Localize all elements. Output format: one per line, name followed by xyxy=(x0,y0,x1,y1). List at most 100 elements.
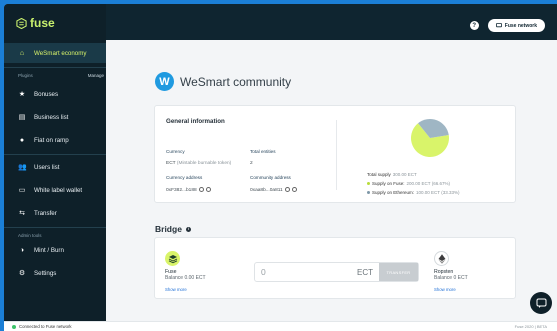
community-address-label: Community address xyxy=(250,175,291,180)
sidebar-item-fiat-on-ramp[interactable]: ● Fiat on ramp xyxy=(4,130,106,150)
total-supply: Total supply 300.00 ECT xyxy=(367,172,417,177)
chat-button[interactable] xyxy=(530,292,552,314)
fuse-supply: Supply on Fuse: 200.00 ECT (66.67%) xyxy=(367,181,450,186)
total-supply-label: Total supply xyxy=(367,172,391,177)
total-entities-value: 2 xyxy=(250,161,253,166)
home-icon: ⌂ xyxy=(19,49,25,57)
network-switch-button[interactable]: Fuse network xyxy=(487,19,545,32)
community-name: WeSmart community xyxy=(180,74,292,89)
community-address-value: 0xaa8b...0a811 xyxy=(250,187,283,193)
community-header: W WeSmart community xyxy=(155,72,291,91)
card-divider xyxy=(336,120,337,190)
sidebar-item-business-list[interactable]: ▤ Business list xyxy=(4,107,106,127)
destination-show-more-link[interactable]: Show more xyxy=(434,287,468,292)
sidebar-divider xyxy=(4,67,106,68)
ethereum-icon xyxy=(434,251,449,266)
currency-symbol: ECT xyxy=(166,161,176,166)
sidebar-item-bonuses[interactable]: ★ Bonuses xyxy=(4,84,106,104)
supply-pie-chart xyxy=(411,119,449,157)
sidebar-item-label: WeSmart economy xyxy=(34,49,87,57)
users-icon: 👥 xyxy=(18,164,27,171)
currency-address-label: Currency address xyxy=(166,175,203,180)
help-icon[interactable]: ? xyxy=(469,21,479,30)
transfer-icon: ⇆ xyxy=(19,210,25,217)
source-show-more-link[interactable]: Show more xyxy=(165,287,206,292)
network-label: Fuse network xyxy=(504,22,537,29)
network-icon xyxy=(495,23,502,28)
star-icon: ★ xyxy=(18,91,26,98)
sidebar-item-mint-burn[interactable]: ◑ Mint / Burn xyxy=(4,240,106,260)
footer-version: Fuse 2020 | BETA xyxy=(514,324,547,329)
fuse-legend-dot xyxy=(367,182,370,185)
main-content: W WeSmart community General information … xyxy=(106,40,557,321)
explorer-link-icon[interactable] xyxy=(291,187,297,192)
bridge-destination-network: Ropsten Balance 0 ECT Show more xyxy=(434,251,468,292)
ethereum-supply: Supply on Ethereum: 100.00 ECT (33.33%) xyxy=(367,190,459,195)
sidebar-divider xyxy=(4,227,106,228)
info-icon[interactable]: i xyxy=(185,226,191,232)
list-icon: ▤ xyxy=(18,114,26,121)
explorer-link-icon[interactable] xyxy=(205,187,211,192)
bridge-card: Fuse Balance 0.00 ECT Show more 0 ECT TR… xyxy=(154,237,516,299)
source-network-balance: Balance 0.00 ECT xyxy=(165,275,206,281)
copy-icon[interactable] xyxy=(284,187,290,192)
chat-icon xyxy=(536,298,546,308)
community-address: 0xaa8b...0a811 xyxy=(250,187,297,193)
fuse-logo[interactable]: fuse xyxy=(16,16,55,30)
ethereum-supply-value: 100.00 ECT (33.33%) xyxy=(416,190,460,195)
total-entities-label: Total entities xyxy=(250,149,276,154)
destination-network-balance: Balance 0 ECT xyxy=(434,275,468,281)
fuse-network-icon xyxy=(165,251,180,266)
transfer-button[interactable]: TRANSFER xyxy=(379,263,418,281)
ethereum-supply-label: Supply on Ethereum: xyxy=(372,190,415,195)
sidebar-item-settings[interactable]: ⚙ Settings xyxy=(4,263,106,283)
manage-plugins-link[interactable]: Manage xyxy=(88,73,104,78)
fuse-supply-value: 200.00 ECT (66.67%) xyxy=(406,181,450,186)
total-supply-value: 300.00 ECT xyxy=(392,172,417,177)
general-information-card: General information Currency ECT (Mintab… xyxy=(154,105,516,203)
sidebar-item-label: Mint / Burn xyxy=(34,246,64,254)
sidebar-item-transfer[interactable]: ⇆ Transfer xyxy=(4,203,106,223)
sidebar: fuse ⌂ WeSmart economy Plugins Manage ★ … xyxy=(4,4,106,321)
currency-address: 0xF382...b188 xyxy=(166,187,211,193)
currency-label: Currency xyxy=(166,149,185,154)
sidebar-item-label: Settings xyxy=(34,269,57,277)
sidebar-item-label: White label wallet xyxy=(34,186,83,194)
sidebar-item-white-label-wallet[interactable]: ▭ White label wallet xyxy=(4,180,106,200)
amount-unit: ECT xyxy=(357,267,373,277)
status-bar: Connected to Fuse network Fuse 2020 | BE… xyxy=(4,321,557,331)
admin-section-label: Admin tools xyxy=(18,233,42,238)
wallet-icon: ▭ xyxy=(18,187,26,194)
connection-status-text: Connected to Fuse network xyxy=(19,324,72,329)
currency-value: ECT (Mintable burnable token) xyxy=(166,161,231,166)
logo-text: fuse xyxy=(30,16,55,30)
sidebar-item-label: Fiat on ramp xyxy=(34,136,69,144)
plugins-section-label: Plugins xyxy=(18,73,33,78)
sidebar-item-label: Transfer xyxy=(34,209,57,217)
mint-burn-icon: ◑ xyxy=(19,246,25,254)
bridge-amount-field: 0 ECT TRANSFER xyxy=(254,262,419,282)
fuse-logo-icon xyxy=(16,17,27,29)
community-logo: W xyxy=(155,72,174,91)
amount-input[interactable]: 0 xyxy=(255,267,357,277)
copy-icon[interactable] xyxy=(198,187,204,192)
bridge-header: Bridge i xyxy=(155,224,191,234)
sidebar-item-label: Bonuses xyxy=(34,90,59,98)
fuse-supply-label: Supply on Fuse: xyxy=(372,181,405,186)
connection-status-dot xyxy=(12,324,16,329)
sidebar-item-users-list[interactable]: 👥 Users list xyxy=(4,157,106,177)
sidebar-item-economy[interactable]: ⌂ WeSmart economy xyxy=(4,43,106,63)
dollar-icon: ● xyxy=(19,136,25,144)
sidebar-divider xyxy=(4,154,106,155)
topbar-actions: ? Fuse network xyxy=(469,19,545,32)
sidebar-item-label: Business list xyxy=(34,113,69,121)
currency-note: (Mintable burnable token) xyxy=(176,161,232,166)
bridge-source-network: Fuse Balance 0.00 ECT Show more xyxy=(165,251,206,292)
card-title: General information xyxy=(166,118,225,125)
bridge-title: Bridge xyxy=(155,224,182,234)
connection-status: Connected to Fuse network xyxy=(12,324,72,329)
app-window: ? Fuse network fuse ⌂ WeSmart economy Pl… xyxy=(4,4,557,331)
currency-address-value: 0xF382...b188 xyxy=(166,187,197,193)
sidebar-item-label: Users list xyxy=(34,163,60,171)
gear-icon: ⚙ xyxy=(18,270,26,277)
